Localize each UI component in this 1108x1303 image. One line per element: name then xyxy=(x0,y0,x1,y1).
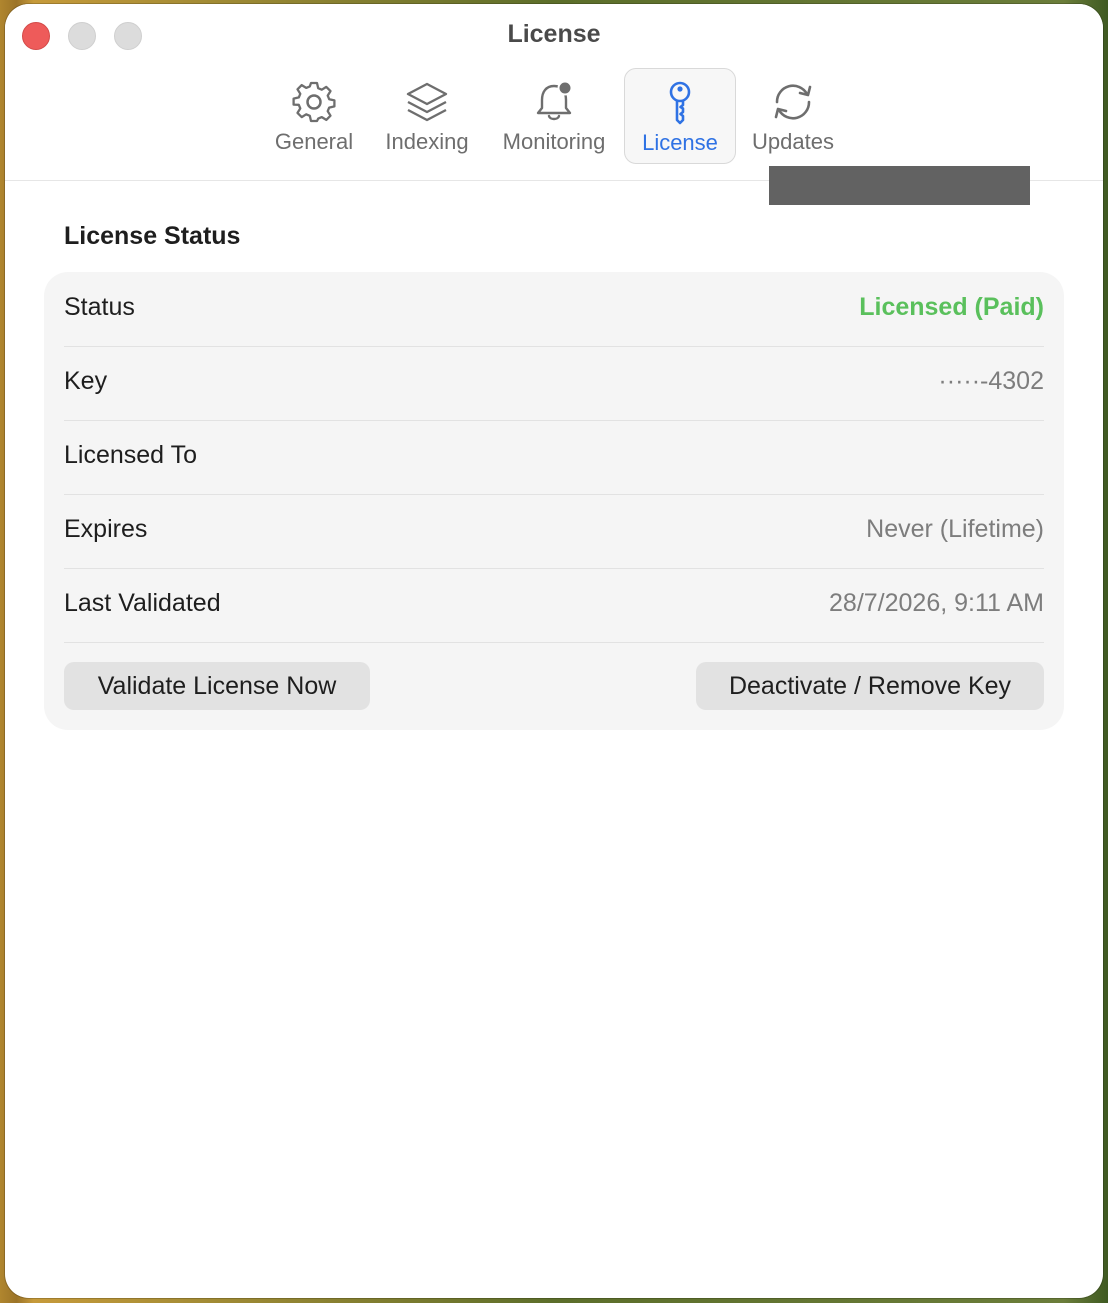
licensed-to-label: Licensed To xyxy=(64,441,197,469)
bell-badge-icon xyxy=(536,80,573,121)
row-licensed-to: Licensed To xyxy=(64,420,1044,495)
row-key: Key ·····-4302 xyxy=(64,346,1044,421)
tab-general[interactable]: General xyxy=(255,68,373,164)
tab-license[interactable]: License xyxy=(624,68,736,164)
status-label: Status xyxy=(64,293,135,321)
status-value: Licensed (Paid) xyxy=(859,293,1044,321)
redaction-box xyxy=(769,166,1030,205)
window-title: License xyxy=(507,20,601,48)
expires-value: Never (Lifetime) xyxy=(866,515,1044,543)
row-last-validated: Last Validated 28/7/2026, 9:11 AM xyxy=(64,568,1044,643)
section-title: License Status xyxy=(64,222,241,250)
tab-license-label: License xyxy=(642,130,718,155)
tab-indexing-label: Indexing xyxy=(385,129,469,154)
title-bar: License General Indexing Monitoring Lice… xyxy=(5,4,1103,181)
deactivate-remove-key-button[interactable]: Deactivate / Remove Key xyxy=(696,662,1044,710)
validate-license-button[interactable]: Validate License Now xyxy=(64,662,370,710)
preferences-window: License General Indexing Monitoring Lice… xyxy=(5,4,1103,1298)
key-value: ·····-4302 xyxy=(938,367,1044,395)
row-expires: Expires Never (Lifetime) xyxy=(64,494,1044,569)
tab-updates-label: Updates xyxy=(752,129,834,154)
row-status: Status Licensed (Paid) xyxy=(64,272,1044,347)
tab-indexing[interactable]: Indexing xyxy=(375,68,479,164)
key-label: Key xyxy=(64,367,108,395)
last-validated-value: 28/7/2026, 9:11 AM xyxy=(829,589,1044,617)
tab-monitoring[interactable]: Monitoring xyxy=(492,68,616,164)
tab-general-label: General xyxy=(274,129,354,154)
layers-icon xyxy=(406,82,448,122)
expires-label: Expires xyxy=(64,515,148,543)
key-icon xyxy=(669,81,691,125)
license-status-panel: Status Licensed (Paid) Key ·····-4302 Li… xyxy=(44,272,1064,730)
gear-icon xyxy=(292,81,336,123)
last-validated-label: Last Validated xyxy=(64,589,221,617)
tab-updates[interactable]: Updates xyxy=(743,68,843,164)
refresh-icon xyxy=(774,84,812,120)
tab-monitoring-label: Monitoring xyxy=(502,129,606,154)
